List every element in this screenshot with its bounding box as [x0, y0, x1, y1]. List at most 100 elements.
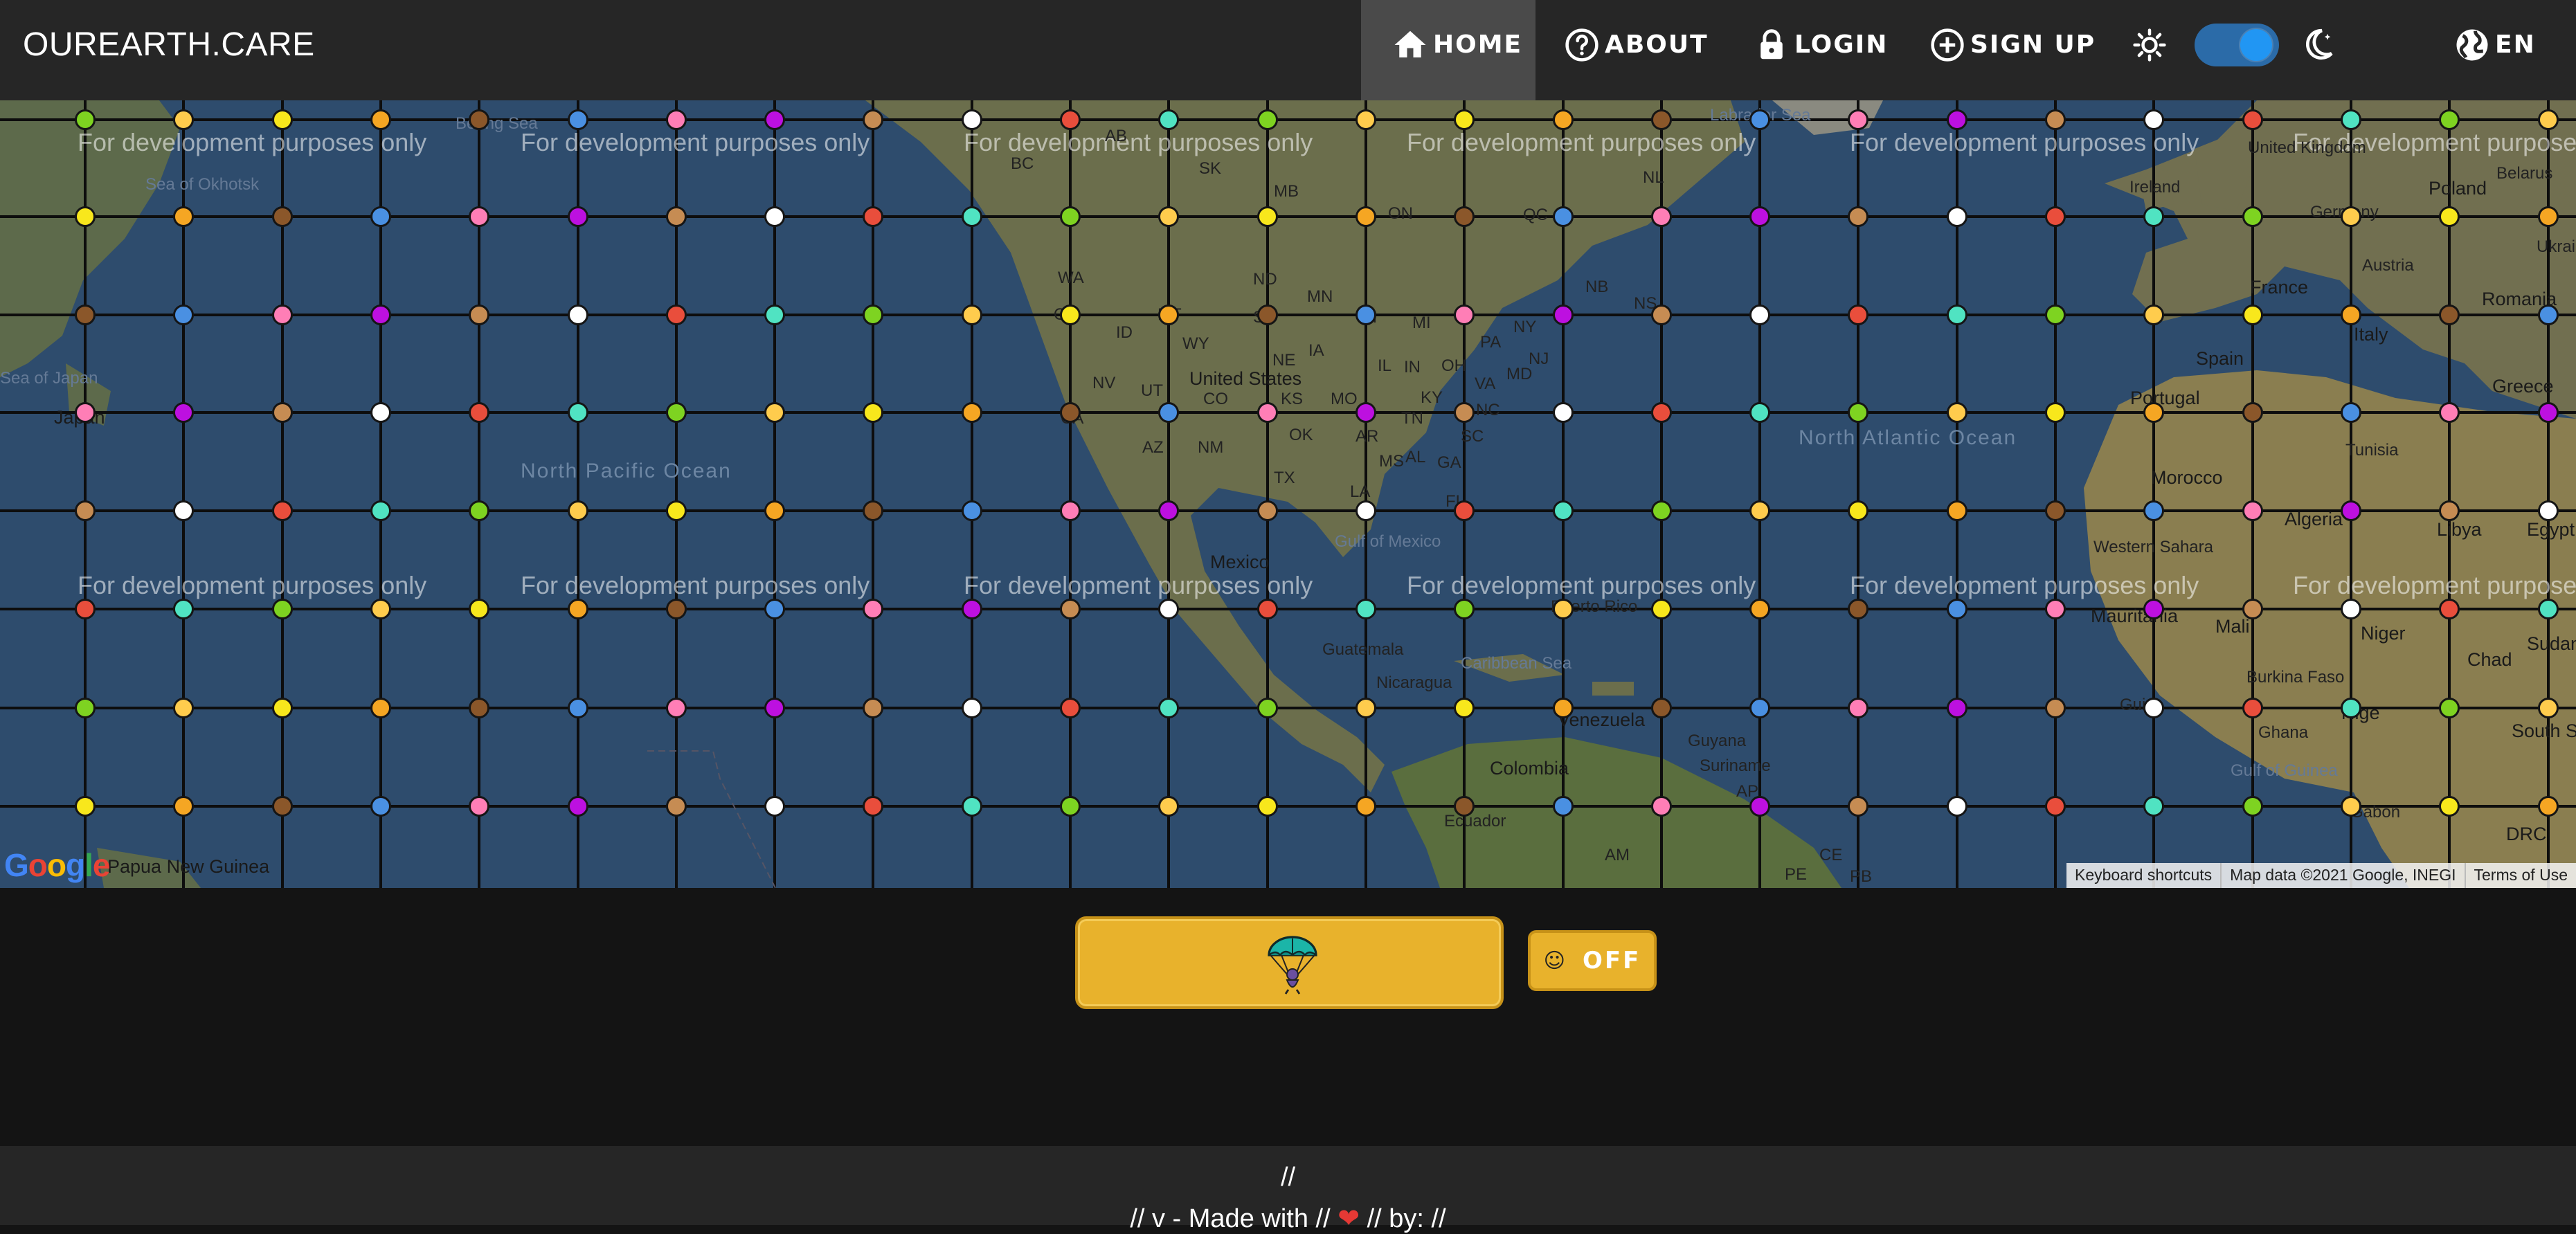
parachute-drop-button[interactable]: [1075, 916, 1504, 1009]
emoji-marker[interactable]: [1355, 305, 1376, 325]
emoji-marker[interactable]: [2143, 305, 2164, 325]
emoji-marker[interactable]: [1848, 599, 1868, 619]
emoji-marker[interactable]: [2045, 305, 2066, 325]
emoji-marker[interactable]: [173, 796, 194, 817]
emoji-marker[interactable]: [666, 206, 687, 227]
emoji-marker[interactable]: [75, 599, 96, 619]
emoji-marker[interactable]: [666, 500, 687, 521]
emoji-marker[interactable]: [666, 109, 687, 130]
emoji-marker[interactable]: [1355, 599, 1376, 619]
emoji-marker[interactable]: [1060, 599, 1081, 619]
emoji-marker[interactable]: [2439, 500, 2460, 521]
emoji-marker[interactable]: [75, 500, 96, 521]
emoji-marker[interactable]: [1947, 402, 1967, 423]
emoji-marker[interactable]: [1848, 206, 1868, 227]
emoji-marker[interactable]: [1651, 698, 1672, 718]
emoji-marker[interactable]: [666, 698, 687, 718]
emoji-marker[interactable]: [1355, 402, 1376, 423]
emoji-marker[interactable]: [962, 796, 982, 817]
emoji-marker[interactable]: [173, 206, 194, 227]
emoji-marker[interactable]: [1454, 402, 1475, 423]
emoji-marker[interactable]: [2242, 305, 2263, 325]
emoji-marker[interactable]: [2538, 402, 2559, 423]
emoji-marker[interactable]: [173, 500, 194, 521]
emoji-marker[interactable]: [1651, 599, 1672, 619]
emoji-marker[interactable]: [370, 599, 391, 619]
emoji-marker[interactable]: [75, 698, 96, 718]
emoji-marker[interactable]: [962, 109, 982, 130]
emoji-marker[interactable]: [1257, 305, 1278, 325]
emoji-marker[interactable]: [2341, 698, 2361, 718]
emoji-marker[interactable]: [1454, 206, 1475, 227]
emoji-marker[interactable]: [1454, 109, 1475, 130]
emoji-marker[interactable]: [1060, 500, 1081, 521]
emoji-marker[interactable]: [2045, 402, 2066, 423]
emoji-marker[interactable]: [2242, 206, 2263, 227]
emoji-marker[interactable]: [2045, 698, 2066, 718]
theme-toggle[interactable]: [2195, 24, 2279, 66]
emoji-marker[interactable]: [370, 305, 391, 325]
emoji-marker[interactable]: [1158, 109, 1179, 130]
emoji-marker[interactable]: [370, 109, 391, 130]
emoji-marker[interactable]: [666, 402, 687, 423]
emoji-marker[interactable]: [1947, 206, 1967, 227]
emoji-marker[interactable]: [1060, 698, 1081, 718]
emoji-marker[interactable]: [962, 599, 982, 619]
emoji-marker[interactable]: [2242, 109, 2263, 130]
emoji-marker[interactable]: [1651, 402, 1672, 423]
emoji-marker[interactable]: [2341, 109, 2361, 130]
emoji-marker[interactable]: [370, 206, 391, 227]
emoji-marker[interactable]: [1257, 796, 1278, 817]
emoji-marker[interactable]: [2045, 500, 2066, 521]
emoji-marker[interactable]: [173, 402, 194, 423]
emoji-marker[interactable]: [2143, 500, 2164, 521]
emoji-marker[interactable]: [1355, 206, 1376, 227]
emoji-marker[interactable]: [1848, 305, 1868, 325]
emoji-marker[interactable]: [272, 305, 293, 325]
emoji-marker[interactable]: [962, 206, 982, 227]
emoji-marker[interactable]: [764, 109, 785, 130]
emoji-marker[interactable]: [1454, 796, 1475, 817]
emoji-marker[interactable]: [962, 698, 982, 718]
emoji-marker[interactable]: [1848, 402, 1868, 423]
emoji-marker[interactable]: [863, 109, 883, 130]
brand-logo[interactable]: OUREARTH.CARE: [23, 0, 315, 90]
emoji-marker[interactable]: [272, 698, 293, 718]
emoji-marker[interactable]: [2143, 109, 2164, 130]
emoji-marker[interactable]: [1749, 500, 1770, 521]
emoji-marker[interactable]: [1158, 599, 1179, 619]
emoji-marker[interactable]: [568, 109, 588, 130]
emoji-marker[interactable]: [75, 206, 96, 227]
emoji-marker[interactable]: [1454, 698, 1475, 718]
emoji-marker[interactable]: [2341, 305, 2361, 325]
google-logo[interactable]: Google: [4, 846, 110, 884]
emoji-marker[interactable]: [764, 206, 785, 227]
emoji-marker[interactable]: [173, 698, 194, 718]
emoji-marker[interactable]: [173, 305, 194, 325]
emoji-marker[interactable]: [173, 599, 194, 619]
emoji-marker[interactable]: [2341, 402, 2361, 423]
emoji-marker[interactable]: [272, 599, 293, 619]
emoji-marker[interactable]: [1158, 500, 1179, 521]
emoji-marker[interactable]: [1553, 109, 1574, 130]
emoji-marker[interactable]: [1158, 305, 1179, 325]
emoji-marker[interactable]: [469, 206, 489, 227]
emoji-marker[interactable]: [1749, 599, 1770, 619]
keyboard-shortcuts-link[interactable]: Keyboard shortcuts: [2066, 863, 2220, 888]
emoji-marker[interactable]: [1848, 796, 1868, 817]
emoji-marker[interactable]: [2538, 206, 2559, 227]
world-map[interactable]: For development purposes only For develo…: [0, 100, 2576, 888]
emoji-marker[interactable]: [1947, 698, 1967, 718]
emoji-toggle-button[interactable]: ☺ OFF: [1528, 930, 1657, 991]
emoji-marker[interactable]: [1257, 500, 1278, 521]
emoji-marker[interactable]: [764, 305, 785, 325]
emoji-marker[interactable]: [173, 109, 194, 130]
emoji-marker[interactable]: [1060, 402, 1081, 423]
emoji-marker[interactable]: [764, 698, 785, 718]
emoji-marker[interactable]: [1947, 305, 1967, 325]
emoji-marker[interactable]: [1947, 109, 1967, 130]
emoji-marker[interactable]: [1651, 796, 1672, 817]
emoji-marker[interactable]: [1947, 500, 1967, 521]
emoji-marker[interactable]: [469, 109, 489, 130]
emoji-marker[interactable]: [1158, 402, 1179, 423]
